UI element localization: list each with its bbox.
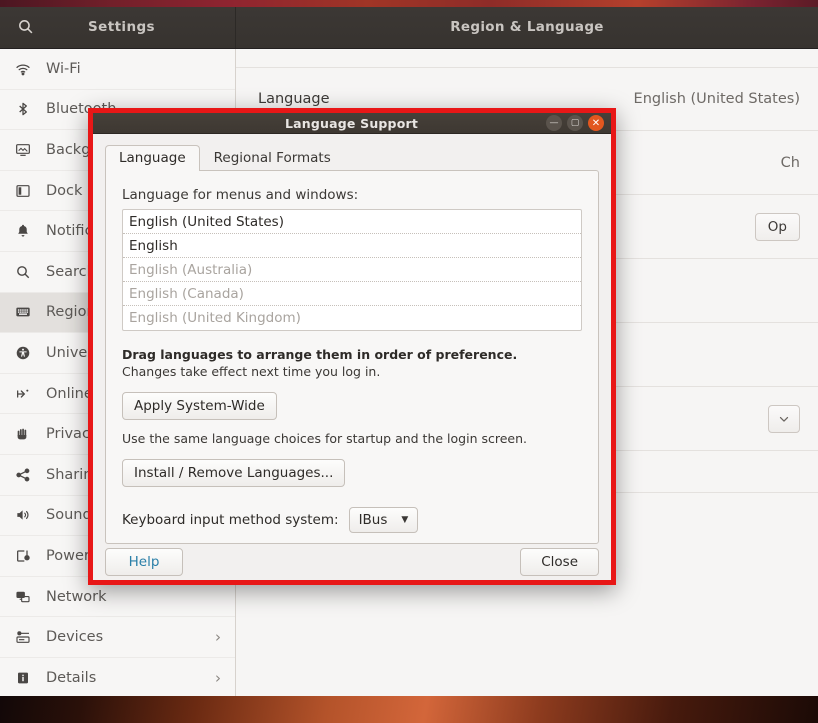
sidebar-item-devices[interactable]: Devices › [0,617,235,658]
minimize-icon[interactable]: — [546,115,562,132]
install-remove-languages-button[interactable]: Install / Remove Languages... [122,459,346,488]
titlebar-left-section: Settings [0,5,236,48]
dock-icon [10,183,36,199]
list-item[interactable]: English (United Kingdom) [123,306,581,330]
sidebar-header-title: Settings [88,18,155,35]
keyboard-input-method-label: Keyboard input method system: [122,512,339,529]
wifi-icon [10,61,36,77]
row-language-value: English (United States) [633,91,800,107]
keyboard-input-method-select[interactable]: IBus ▼ [348,507,419,534]
row-language-label: Language [258,91,330,107]
dialog-footer: Help Close [93,544,611,580]
dialog-title: Language Support [284,115,419,131]
close-button[interactable]: Close [520,548,599,577]
speaker-icon [10,507,36,523]
row-formats-value: Ch [780,154,800,171]
bell-icon [10,223,36,239]
titlebar-right-section: Region & Language [236,5,818,48]
keyboard-icon [10,304,36,320]
settings-titlebar: Settings Region & Language [0,5,818,49]
sidebar-item-details[interactable]: Details › [0,658,235,696]
language-support-dialog-highlight: Language Support — ▢ ✕ Language Regional… [88,108,616,585]
sidebar-item-label: Network [46,588,107,605]
page-title: Region & Language [450,18,604,35]
hand-icon [10,426,36,442]
window-controls: — ▢ ✕ [546,115,611,132]
tab-regional-formats[interactable]: Regional Formats [200,145,345,171]
apply-note: Use the same language choices for startu… [122,431,527,447]
power-icon [10,548,36,564]
sidebar-item-label: Details [46,669,97,686]
devices-icon [10,629,36,645]
background-icon [10,142,36,158]
list-item[interactable]: English (Canada) [123,282,581,307]
magnifier-icon [10,264,36,280]
drag-hint: Changes take effect next time you log in… [122,364,381,380]
keyboard-input-method-row: Keyboard input method system: IBus ▼ [122,507,582,534]
help-button[interactable]: Help [105,548,183,577]
dialog-tabs: Language Regional Formats [105,142,599,172]
chevron-right-icon: › [215,628,221,647]
tab-language[interactable]: Language [105,145,200,172]
list-item[interactable]: English [123,234,581,259]
list-item[interactable]: English (United States) [123,210,581,235]
dialog-body: Language Regional Formats Language for m… [93,134,611,545]
chevron-right-icon: › [215,668,221,687]
drag-hint-bold: Drag languages to arrange them in order … [122,347,518,363]
maximize-icon[interactable]: ▢ [567,115,583,132]
accessibility-icon [10,345,36,361]
screen-root: Settings Region & Language Wi-Fi Bluetoo… [0,0,818,723]
chevron-down-icon[interactable] [768,404,800,433]
sidebar-item-wifi[interactable]: Wi-Fi [0,49,235,90]
close-icon[interactable]: ✕ [588,115,604,132]
list-item[interactable]: English (Australia) [123,258,581,283]
keyboard-input-method-value: IBus [358,512,388,529]
network-icon [10,589,36,605]
info-icon [10,670,36,686]
tab-panel-language: Language for menus and windows: English … [105,170,599,545]
language-list[interactable]: English (United States) English English … [122,209,582,332]
apply-system-wide-button[interactable]: Apply System-Wide [122,392,277,421]
language-support-dialog: Language Support — ▢ ✕ Language Regional… [93,113,611,580]
search-icon[interactable] [4,11,46,43]
language-section-label: Language for menus and windows: [122,187,359,204]
chevron-down-icon: ▼ [401,515,409,526]
dialog-titlebar[interactable]: Language Support — ▢ ✕ [93,113,611,135]
share-icon [10,467,36,483]
screen-top-gradient-strip [0,0,818,7]
sidebar-item-label: Wi-Fi [46,60,81,77]
online-accounts-icon [10,386,36,402]
options-button[interactable]: Op [754,212,800,241]
desktop-wallpaper [0,695,818,723]
sidebar-item-label: Devices [46,629,104,646]
bluetooth-icon [10,101,36,117]
